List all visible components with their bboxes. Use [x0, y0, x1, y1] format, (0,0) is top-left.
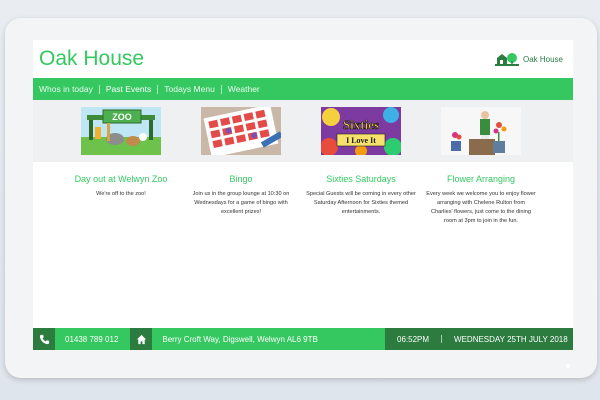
nav-item-past-events[interactable]: Past Events [100, 84, 157, 94]
zoo-thumbnail[interactable]: ZOO [81, 107, 161, 155]
zoo-sign-text: ZOO [112, 112, 132, 122]
sixties-subtitle-text: I Love It [346, 136, 376, 145]
flower-illustration [441, 107, 521, 155]
house-tree-logo-icon [494, 53, 519, 66]
nav-item-todays-menu[interactable]: Todays Menu [158, 84, 221, 94]
nav-item-weather[interactable]: Weather [222, 84, 266, 94]
brand-logo[interactable]: Oak House [494, 51, 563, 67]
sixties-title-text: Sixties [343, 117, 379, 132]
sixties-thumbnail[interactable]: Sixties I Love It [321, 107, 401, 155]
footer-address: Berry Croft Way, Digswell, Welwyn AL6 9T… [162, 334, 318, 344]
event-card-title: Day out at Welwyn Zoo [74, 174, 168, 184]
screen: Oak House Oak House Whos in today Past E… [33, 40, 573, 350]
event-card-zoo[interactable]: Day out at Welwyn Zoo We're off to the z… [66, 174, 176, 199]
event-card-title: Sixties Saturdays [326, 174, 396, 184]
zoo-illustration: ZOO [81, 107, 161, 155]
event-card-body: Every week we welcome you to enjoy flowe… [426, 191, 536, 224]
footer-date: WEDNESDAY 25TH JULY 2018 [454, 334, 568, 344]
footer-datetime: 06:52PM WEDNESDAY 25TH JULY 2018 [385, 328, 573, 350]
event-card-body: We're off to the zoo! [96, 191, 146, 197]
event-image-strip: ZOO Sixties I Love It [33, 100, 573, 162]
header: Oak House Oak House [33, 40, 573, 78]
event-card-flowers[interactable]: Flower Arranging Every week we welcome y… [426, 174, 536, 226]
logo-text: Oak House [522, 54, 563, 64]
sixties-illustration: Sixties I Love It [321, 107, 401, 155]
event-card-body: Special Guests will be coming in every o… [306, 191, 416, 215]
phone-icon [33, 328, 55, 350]
event-card-bingo[interactable]: Bingo Join us in the group lounge at 10:… [186, 174, 296, 217]
nav-item-whos-in-today[interactable]: Whos in today [39, 84, 99, 94]
flower-thumbnail[interactable] [441, 107, 521, 155]
home-icon [130, 328, 153, 350]
footer-phone[interactable]: 01438 789 012 [65, 335, 118, 344]
bingo-thumbnail[interactable] [201, 107, 281, 155]
event-cards: Day out at Welwyn Zoo We're off to the z… [33, 162, 573, 312]
event-card-title: Bingo [229, 174, 253, 184]
device-indicator-dot [566, 364, 570, 368]
footer-time: 06:52PM [397, 334, 430, 344]
page-title: Oak House [39, 47, 145, 70]
nav-bar: Whos in today Past Events Todays Menu We… [33, 78, 573, 100]
footer-divider [441, 335, 443, 343]
event-card-title: Flower Arranging [446, 174, 516, 184]
bingo-illustration [201, 107, 281, 155]
event-card-sixties[interactable]: Sixties Saturdays Special Guests will be… [306, 174, 416, 217]
event-card-body: Join us in the group lounge at 10:30 on … [192, 191, 290, 215]
footer-bar: 01438 789 012 Berry Croft Way, Digswell,… [33, 328, 573, 350]
